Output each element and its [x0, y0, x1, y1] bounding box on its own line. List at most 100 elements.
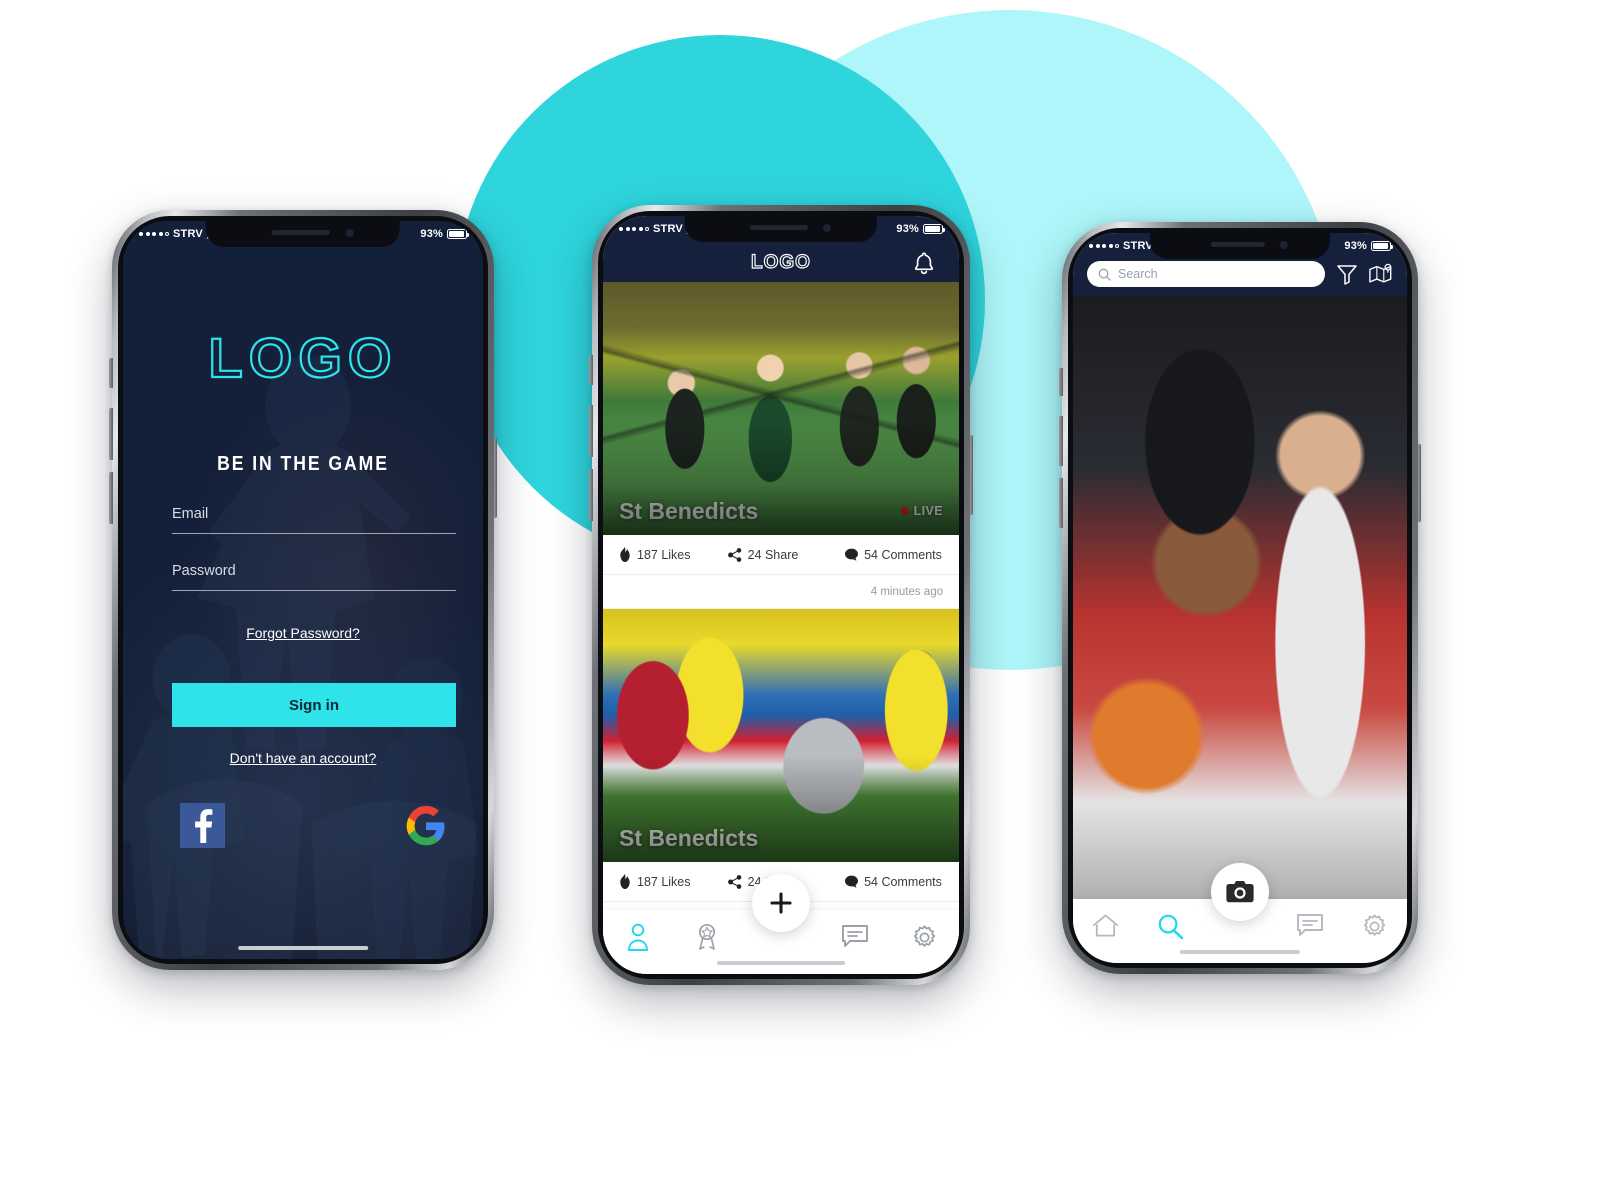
event-thumbnail: [1073, 295, 1407, 963]
signal-strength-icon: [1089, 244, 1119, 248]
phone-feed-mockup: STRV ◿ 93% LOGO: [589, 205, 973, 985]
map-icon[interactable]: [1369, 261, 1393, 287]
earpiece-speaker: [1211, 242, 1266, 247]
comments-label: 54 Comments: [864, 874, 942, 889]
tab-awards[interactable]: [672, 923, 741, 961]
status-bar-right: 93%: [896, 223, 946, 235]
comment-icon: [845, 875, 859, 888]
add-post-fab[interactable]: [752, 874, 810, 932]
home-indicator: [1179, 949, 1301, 954]
search-placeholder: Search: [1118, 267, 1158, 281]
medal-icon: [698, 923, 715, 950]
volume-up-button: [109, 408, 113, 460]
header-logo: LOGO: [750, 251, 811, 273]
carrier-label: STRV: [173, 228, 203, 240]
camera-fab[interactable]: [1211, 863, 1269, 921]
notch: [205, 221, 401, 247]
earpiece-speaker: [271, 230, 331, 235]
post-stats: 187 Likes 24 Share: [603, 535, 959, 575]
battery-percent-label: 93%: [420, 228, 443, 240]
search-input[interactable]: Search: [1087, 261, 1325, 287]
status-bar-right: 93%: [420, 228, 470, 240]
forgot-password-link[interactable]: Forgot Password?: [123, 625, 483, 641]
likes-label: 187 Likes: [637, 874, 691, 889]
password-field[interactable]: Password: [172, 563, 456, 592]
field-hockey-photo: [603, 282, 959, 535]
post-image[interactable]: St Benedicts: [603, 609, 959, 862]
phone-login-mockup: STRV ◿ 93% LOGO BE IN THE GAME Email: [109, 210, 497, 970]
power-button: [1417, 444, 1421, 522]
front-camera: [1279, 241, 1288, 249]
share-label: 24 Share: [747, 547, 799, 562]
feed-list[interactable]: St Benedicts LIVE 187 Likes: [603, 282, 959, 974]
email-field[interactable]: Email: [172, 506, 456, 535]
comments-stat[interactable]: 54 Comments: [845, 875, 959, 889]
status-bar-left: STRV ◿: [619, 223, 695, 235]
mute-switch: [109, 358, 113, 388]
search-icon: [1158, 914, 1184, 939]
battery-percent-label: 93%: [896, 223, 919, 235]
tab-home[interactable]: [1073, 913, 1138, 949]
tab-settings[interactable]: [1342, 913, 1407, 950]
chat-icon: [842, 925, 869, 947]
share-stat[interactable]: 24 Share: [727, 547, 845, 562]
tab-spacer: [741, 937, 821, 947]
comments-label: 54 Comments: [864, 547, 942, 562]
filter-icon[interactable]: [1335, 261, 1359, 287]
search-icon: [1098, 268, 1111, 281]
battery-percent-label: 93%: [1344, 240, 1367, 252]
tab-spacer: [1203, 926, 1278, 936]
post-timestamp: 4 minutes ago: [603, 575, 959, 609]
google-icon: [406, 805, 444, 845]
battery-icon: [447, 229, 470, 239]
login-screen: STRV ◿ 93% LOGO BE IN THE GAME Email: [123, 221, 483, 959]
gear-icon: [1363, 913, 1386, 936]
carrier-label: STRV: [1123, 240, 1153, 252]
feed-post[interactable]: St Benedicts LIVE 187 Likes: [603, 282, 959, 609]
feed-screen: STRV ◿ 93% LOGO: [603, 216, 959, 974]
comment-icon: [845, 548, 859, 561]
tab-messages[interactable]: [821, 924, 890, 960]
tab-search[interactable]: [1138, 913, 1203, 950]
google-login-button[interactable]: [403, 803, 448, 848]
signup-link[interactable]: Don't have an account?: [123, 750, 483, 766]
plus-icon: [770, 892, 792, 914]
status-bar-right: 93%: [1344, 240, 1394, 252]
comments-stat[interactable]: 54 Comments: [845, 548, 959, 562]
share-icon: [727, 874, 741, 889]
sign-in-button[interactable]: Sign in: [172, 683, 456, 727]
volume-up-button: [1059, 416, 1063, 466]
tab-settings[interactable]: [890, 924, 959, 961]
home-indicator: [716, 960, 846, 965]
battery-icon: [923, 224, 946, 234]
home-icon: [1092, 914, 1118, 937]
post-image[interactable]: St Benedicts LIVE: [603, 282, 959, 535]
events-list[interactable]: St Benedicts 15 U Today Time : 3:00PM Th…: [1073, 295, 1407, 963]
volume-down-button: [1059, 478, 1063, 528]
login-background: STRV ◿ 93% LOGO BE IN THE GAME Email: [123, 221, 483, 959]
volume-down-button: [109, 472, 113, 524]
app-logo: LOGO: [123, 325, 483, 390]
likes-stat[interactable]: 187 Likes: [603, 874, 728, 889]
signal-strength-icon: [139, 232, 169, 236]
notch: [684, 216, 878, 242]
volume-down-button: [589, 469, 593, 521]
camera-icon: [1226, 881, 1254, 903]
password-label: Password: [172, 563, 236, 579]
facebook-login-button[interactable]: [180, 803, 225, 848]
social-login-row: [172, 803, 456, 851]
soccer-photo: [603, 609, 959, 862]
tab-profile[interactable]: [603, 923, 672, 961]
mute-switch: [589, 355, 593, 385]
likes-stat[interactable]: 187 Likes: [603, 547, 728, 562]
logo-text: LOGO: [207, 325, 398, 390]
status-bar-left: STRV ◿: [139, 228, 215, 240]
home-indicator: [238, 945, 368, 950]
facebook-icon: [194, 808, 212, 843]
tab-messages[interactable]: [1277, 913, 1342, 949]
likes-label: 187 Likes: [637, 547, 691, 562]
bell-icon[interactable]: [911, 250, 937, 277]
notch: [1149, 233, 1331, 259]
front-camera: [823, 224, 832, 232]
tagline: BE IN THE GAME: [217, 453, 389, 475]
